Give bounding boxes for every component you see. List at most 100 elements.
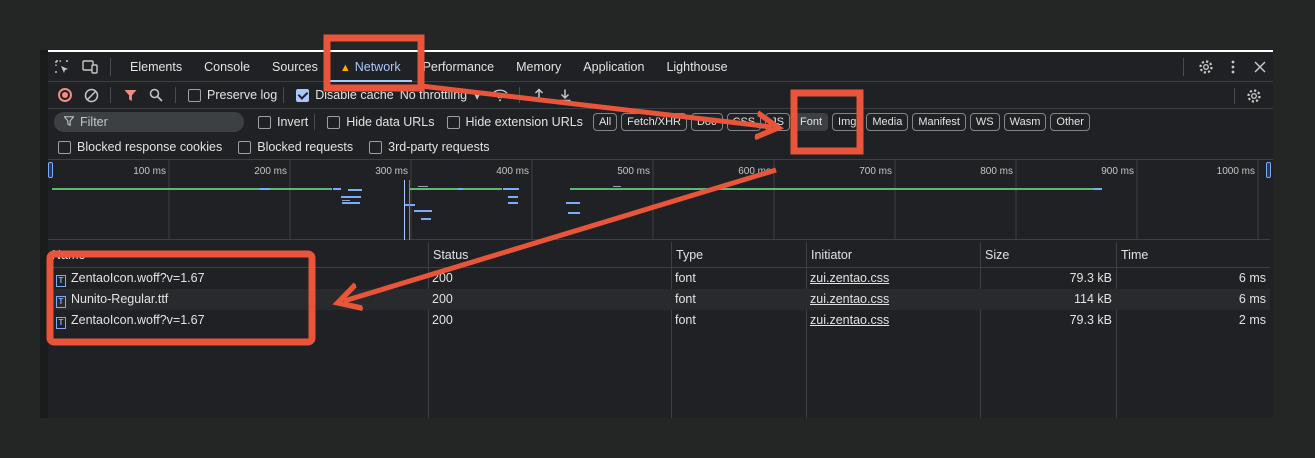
preserve-log-checkbox[interactable] xyxy=(188,88,201,102)
column-header-name[interactable]: Name xyxy=(48,242,428,268)
clear-icon[interactable] xyxy=(78,82,104,108)
table-row[interactable]: T ZentaoIcon.woff?v=1.67 200 font zui.zen… xyxy=(48,268,1270,289)
type-chip-fetch-xhr[interactable]: Fetch/XHR xyxy=(621,113,687,131)
disable-cache-checkbox[interactable] xyxy=(296,88,310,102)
overview-tick-label: 1000 ms xyxy=(1217,166,1255,177)
overview-request-bar xyxy=(568,212,580,214)
tab-network[interactable]: ▲ Network xyxy=(328,52,412,82)
third-party-checkbox[interactable] xyxy=(369,140,383,154)
column-header-status[interactable]: Status xyxy=(428,242,671,268)
overview-request-bar xyxy=(613,186,621,187)
network-conditions-icon[interactable] xyxy=(487,82,513,108)
tab-console[interactable]: Console xyxy=(193,52,261,82)
overview-graph: 100 ms 200 ms 300 ms 400 ms 500 ms 600 ms 700 … xyxy=(52,160,1259,240)
invert-label: Invert xyxy=(277,115,309,129)
row-time: 6 ms xyxy=(1238,271,1266,285)
settings-gear-icon[interactable] xyxy=(1192,53,1219,81)
overview-tick-label: 900 ms xyxy=(1101,166,1134,177)
row-type: font xyxy=(675,292,696,306)
column-header-initiator[interactable]: Initiator xyxy=(806,242,980,268)
row-initiator-link[interactable]: zui.zentao.css xyxy=(806,289,980,310)
type-chip-font[interactable]: Font xyxy=(794,113,829,131)
device-toolbar-icon[interactable] xyxy=(76,53,104,81)
network-overview-timeline[interactable]: 100 ms 200 ms 300 ms 400 ms 500 ms 600 ms 700 … xyxy=(48,160,1271,240)
type-chip-media[interactable]: Media xyxy=(866,113,909,131)
overview-tick-label: 800 ms xyxy=(980,166,1013,177)
filter-funnel-icon[interactable] xyxy=(117,82,143,108)
tab-performance[interactable]: Performance xyxy=(412,52,506,82)
export-har-icon[interactable] xyxy=(552,82,578,108)
tab-lighthouse[interactable]: Lighthouse xyxy=(655,52,738,82)
type-chip-js[interactable]: JS xyxy=(765,113,790,131)
row-status: 200 xyxy=(432,313,453,327)
type-chip-wasm[interactable]: Wasm xyxy=(1003,113,1047,131)
blocked-requests-checkbox[interactable] xyxy=(238,140,252,154)
overview-request-bar xyxy=(333,188,341,190)
devtools-tab-bar: Elements Console Sources ▲ Network Perfor… xyxy=(48,52,1273,82)
overview-tick-label: 500 ms xyxy=(617,166,650,177)
overview-right-handle[interactable] xyxy=(1266,162,1271,178)
overview-request-bar xyxy=(348,189,362,191)
table-row[interactable]: T Nunito-Regular.ttf 200 font zui.zentao.… xyxy=(48,289,1270,310)
third-party-label: 3rd-party requests xyxy=(388,140,490,154)
row-name: ZentaoIcon.woff?v=1.67 xyxy=(71,271,205,285)
overview-request-bar xyxy=(342,200,350,201)
overview-request-bar xyxy=(508,202,518,204)
type-chip-other[interactable]: Other xyxy=(1050,113,1090,131)
record-icon[interactable] xyxy=(52,82,78,108)
tab-separator xyxy=(1183,58,1184,76)
column-header-type[interactable]: Type xyxy=(671,242,806,268)
blocked-cookies-label: Blocked response cookies xyxy=(77,140,223,154)
type-chip-css[interactable]: CSS xyxy=(726,113,762,131)
overview-dom-content-loaded-marker xyxy=(404,180,405,240)
throttling-select[interactable]: No throttling xyxy=(400,88,467,102)
toolbar-separator xyxy=(283,87,285,103)
more-options-icon[interactable] xyxy=(1219,53,1246,81)
invert-checkbox[interactable] xyxy=(258,115,271,129)
overview-activity-bar xyxy=(570,188,1094,190)
row-type: font xyxy=(675,313,696,327)
table-row[interactable]: T ZentaoIcon.woff?v=1.67 200 font zui.zen… xyxy=(48,310,1270,331)
type-chip-doc[interactable]: Doc xyxy=(690,113,723,131)
overview-load-marker xyxy=(409,180,410,240)
tab-sources[interactable]: Sources xyxy=(261,52,329,82)
type-chip-manifest[interactable]: Manifest xyxy=(912,113,966,131)
preserve-log-label: Preserve log xyxy=(207,88,278,102)
font-file-icon: T xyxy=(56,296,66,308)
close-devtools-icon[interactable] xyxy=(1246,53,1273,81)
tab-separator xyxy=(110,57,111,76)
overview-request-bar xyxy=(458,188,463,190)
overview-request-bar xyxy=(421,218,431,220)
type-chip-img[interactable]: Img xyxy=(832,113,863,131)
column-header-time[interactable]: Time xyxy=(1116,242,1270,268)
inspect-element-icon[interactable] xyxy=(48,53,76,81)
overview-request-bar xyxy=(342,202,360,204)
type-chip-all[interactable]: All xyxy=(592,113,618,131)
blocked-cookies-checkbox[interactable] xyxy=(58,140,71,154)
row-time: 2 ms xyxy=(1238,313,1266,327)
overview-request-bar xyxy=(508,196,518,198)
overview-tick-label: 400 ms xyxy=(496,166,529,177)
search-icon[interactable] xyxy=(143,82,169,108)
left-edge xyxy=(40,50,48,418)
overview-request-bar xyxy=(341,196,361,198)
overview-tick-label: 300 ms xyxy=(375,166,408,177)
chevron-down-icon[interactable]: ▾ xyxy=(467,82,487,108)
tab-memory[interactable]: Memory xyxy=(505,52,572,82)
overview-tick-label: 600 ms xyxy=(738,166,771,177)
network-settings-gear-icon[interactable] xyxy=(1241,83,1267,109)
hide-extension-urls-checkbox[interactable] xyxy=(446,115,460,129)
column-header-size[interactable]: Size xyxy=(980,242,1116,268)
row-initiator-link[interactable]: zui.zentao.css xyxy=(806,310,980,331)
tab-application[interactable]: Application xyxy=(572,52,655,82)
import-har-icon[interactable] xyxy=(526,82,552,108)
overview-activity-bar xyxy=(410,188,502,190)
network-toolbar: Preserve log Disable cache No throttling… xyxy=(48,82,1273,109)
row-initiator-link[interactable]: zui.zentao.css xyxy=(806,268,980,289)
overview-left-handle[interactable] xyxy=(48,162,53,178)
filter-input[interactable]: Filter xyxy=(54,112,244,132)
hide-data-urls-checkbox[interactable] xyxy=(327,115,341,129)
row-type: font xyxy=(675,271,696,285)
tab-elements[interactable]: Elements xyxy=(119,52,193,82)
type-chip-ws[interactable]: WS xyxy=(969,113,1000,131)
